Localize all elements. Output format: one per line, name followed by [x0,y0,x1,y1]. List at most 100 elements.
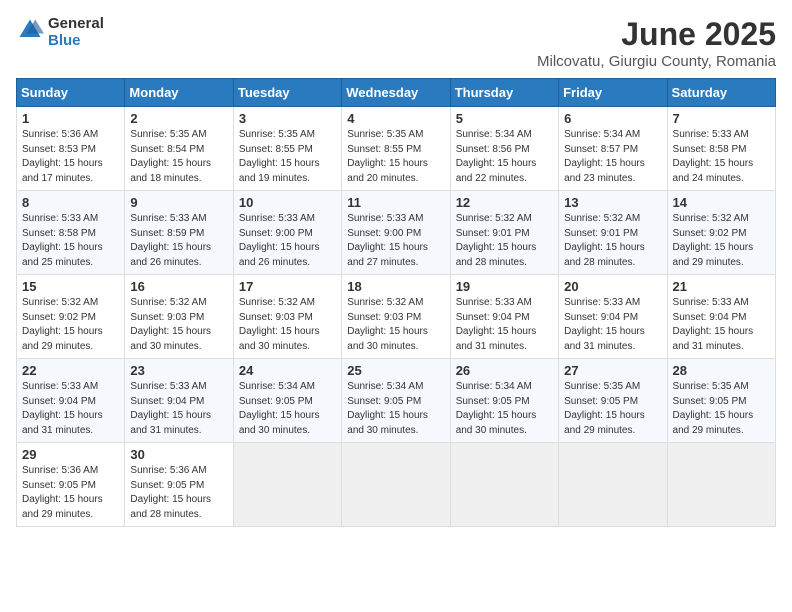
sunrise-text: Sunrise: 5:35 AM [673,381,749,392]
sunset-text: Sunset: 8:54 PM [130,144,204,155]
daylight-text: and 18 minutes. [130,173,201,184]
sunset-text: Sunset: 9:01 PM [456,228,530,239]
daylight-text: Daylight: 15 hours [130,494,211,505]
sunrise-text: Sunrise: 5:34 AM [239,381,315,392]
daylight-text: and 20 minutes. [347,173,418,184]
daylight-text: and 30 minutes. [347,341,418,352]
day-info: Sunrise: 5:36 AMSunset: 9:05 PMDaylight:… [22,464,119,522]
daylight-text: and 30 minutes. [239,341,310,352]
logo-text: General Blue [48,16,104,49]
sunrise-text: Sunrise: 5:35 AM [347,129,423,140]
calendar-cell [233,443,341,527]
sunrise-text: Sunrise: 5:32 AM [347,297,423,308]
sunrise-text: Sunrise: 5:35 AM [564,381,640,392]
location-title: Milcovatu, Giurgiu County, Romania [537,53,776,70]
day-info: Sunrise: 5:35 AMSunset: 8:54 PMDaylight:… [130,128,227,186]
day-info: Sunrise: 5:33 AMSunset: 8:59 PMDaylight:… [130,212,227,270]
day-number: 5 [456,111,553,126]
day-number: 1 [22,111,119,126]
daylight-text: and 31 minutes. [22,425,93,436]
calendar-cell: 28Sunrise: 5:35 AMSunset: 9:05 PMDayligh… [667,359,775,443]
calendar-cell: 4 Sunrise: 5:35 AMSunset: 8:55 PMDaylight… [342,107,450,191]
calendar-cell: 23Sunrise: 5:33 AMSunset: 9:04 PMDayligh… [125,359,233,443]
calendar-table: SundayMondayTuesdayWednesdayThursdayFrid… [16,78,776,527]
sunset-text: Sunset: 9:02 PM [673,228,747,239]
sunrise-text: Sunrise: 5:32 AM [564,213,640,224]
sunrise-text: Sunrise: 5:33 AM [673,297,749,308]
calendar-cell: 17 Sunrise: 5:32 AMSunset: 9:03 PMDayligh… [233,275,341,359]
daylight-text: Daylight: 15 hours [22,158,103,169]
daylight-text: Daylight: 15 hours [456,326,537,337]
day-info: Sunrise: 5:33 AM Sunset: 8:58 PM Daylight:… [673,128,770,186]
day-number: 7 [673,111,770,126]
sunrise-text: Sunrise: 5:32 AM [239,297,315,308]
day-number: 6 [564,111,661,126]
calendar-week-3: 15Sunrise: 5:32 AMSunset: 9:02 PMDayligh… [17,275,776,359]
sunset-text: Sunset: 9:02 PM [22,312,96,323]
day-info: Sunrise: 5:35 AMSunset: 8:55 PMDaylight:… [347,128,444,186]
weekday-header-tuesday: Tuesday [233,79,341,107]
day-info: Sunrise: 5:32 AMSunset: 9:03 PMDaylight:… [130,296,227,354]
day-info: Sunrise: 5:35 AMSunset: 9:05 PMDaylight:… [673,380,770,438]
calendar-cell: 7 Sunrise: 5:33 AM Sunset: 8:58 PM Daylight… [667,107,775,191]
daylight-text: Daylight: 15 hours [564,410,645,421]
sunrise-text: Sunrise: 5:33 AM [564,297,640,308]
day-number: 12 [456,195,553,210]
day-number: 30 [130,447,227,462]
calendar-cell: 16 Sunrise: 5:32 AMSunset: 9:03 PMDayligh… [125,275,233,359]
sunset-text: Sunset: 9:05 PM [22,480,96,491]
day-number: 16 [130,279,227,294]
daylight-text: and 28 minutes. [564,257,635,268]
daylight-text: Daylight: 15 hours [239,242,320,253]
daylight-text: Daylight: 15 hours [673,158,754,169]
daylight-text: Daylight: 15 hours [564,158,645,169]
day-info: Sunrise: 5:33 AMSunset: 9:04 PMDaylight:… [22,380,119,438]
daylight-text: and 31 minutes. [130,425,201,436]
day-number: 8 [22,195,119,210]
sunrise-text: Sunrise: 5:33 AM [673,129,749,140]
day-number: 19 [456,279,553,294]
day-info: Sunrise: 5:33 AMSunset: 9:04 PMDaylight:… [673,296,770,354]
daylight-text: and 28 minutes. [130,509,201,520]
sunrise-text: Sunrise: 5:36 AM [130,465,206,476]
calendar-cell: 30Sunrise: 5:36 AMSunset: 9:05 PMDayligh… [125,443,233,527]
day-number: 18 [347,279,444,294]
day-number: 14 [673,195,770,210]
weekday-header-saturday: Saturday [667,79,775,107]
daylight-text: Daylight: 15 hours [22,494,103,505]
sunset-text: Sunset: 8:58 PM [673,144,747,155]
day-number: 22 [22,363,119,378]
daylight-text: Daylight: 15 hours [564,242,645,253]
sunrise-text: Sunrise: 5:33 AM [130,213,206,224]
day-number: 4 [347,111,444,126]
sunrise-text: Sunrise: 5:32 AM [673,213,749,224]
calendar-cell: 12Sunrise: 5:32 AMSunset: 9:01 PMDayligh… [450,191,558,275]
day-info: Sunrise: 5:34 AMSunset: 9:05 PMDaylight:… [347,380,444,438]
calendar-cell: 26Sunrise: 5:34 AMSunset: 9:05 PMDayligh… [450,359,558,443]
day-number: 10 [239,195,336,210]
sunrise-text: Sunrise: 5:35 AM [130,129,206,140]
daylight-text: and 25 minutes. [22,257,93,268]
daylight-text: and 31 minutes. [456,341,527,352]
day-info: Sunrise: 5:32 AMSunset: 9:01 PMDaylight:… [564,212,661,270]
calendar-cell [450,443,558,527]
sunset-text: Sunset: 9:04 PM [456,312,530,323]
daylight-text: and 28 minutes. [456,257,527,268]
daylight-text: Daylight: 15 hours [673,326,754,337]
sunrise-text: Sunrise: 5:34 AM [456,129,532,140]
day-info: Sunrise: 5:32 AMSunset: 9:01 PMDaylight:… [456,212,553,270]
day-info: Sunrise: 5:32 AMSunset: 9:03 PMDaylight:… [239,296,336,354]
sunrise-text: Sunrise: 5:32 AM [456,213,532,224]
day-number: 17 [239,279,336,294]
sunset-text: Sunset: 9:05 PM [673,396,747,407]
calendar-cell: 14Sunrise: 5:32 AMSunset: 9:02 PMDayligh… [667,191,775,275]
daylight-text: and 23 minutes. [564,173,635,184]
sunset-text: Sunset: 9:05 PM [564,396,638,407]
day-info: Sunrise: 5:34 AMSunset: 9:05 PMDaylight:… [456,380,553,438]
calendar-cell: 19Sunrise: 5:33 AMSunset: 9:04 PMDayligh… [450,275,558,359]
daylight-text: and 30 minutes. [239,425,310,436]
day-info: Sunrise: 5:33 AMSunset: 9:00 PMDaylight:… [347,212,444,270]
daylight-text: Daylight: 15 hours [130,326,211,337]
day-info: Sunrise: 5:36 AMSunset: 8:53 PMDaylight:… [22,128,119,186]
sunset-text: Sunset: 9:04 PM [22,396,96,407]
